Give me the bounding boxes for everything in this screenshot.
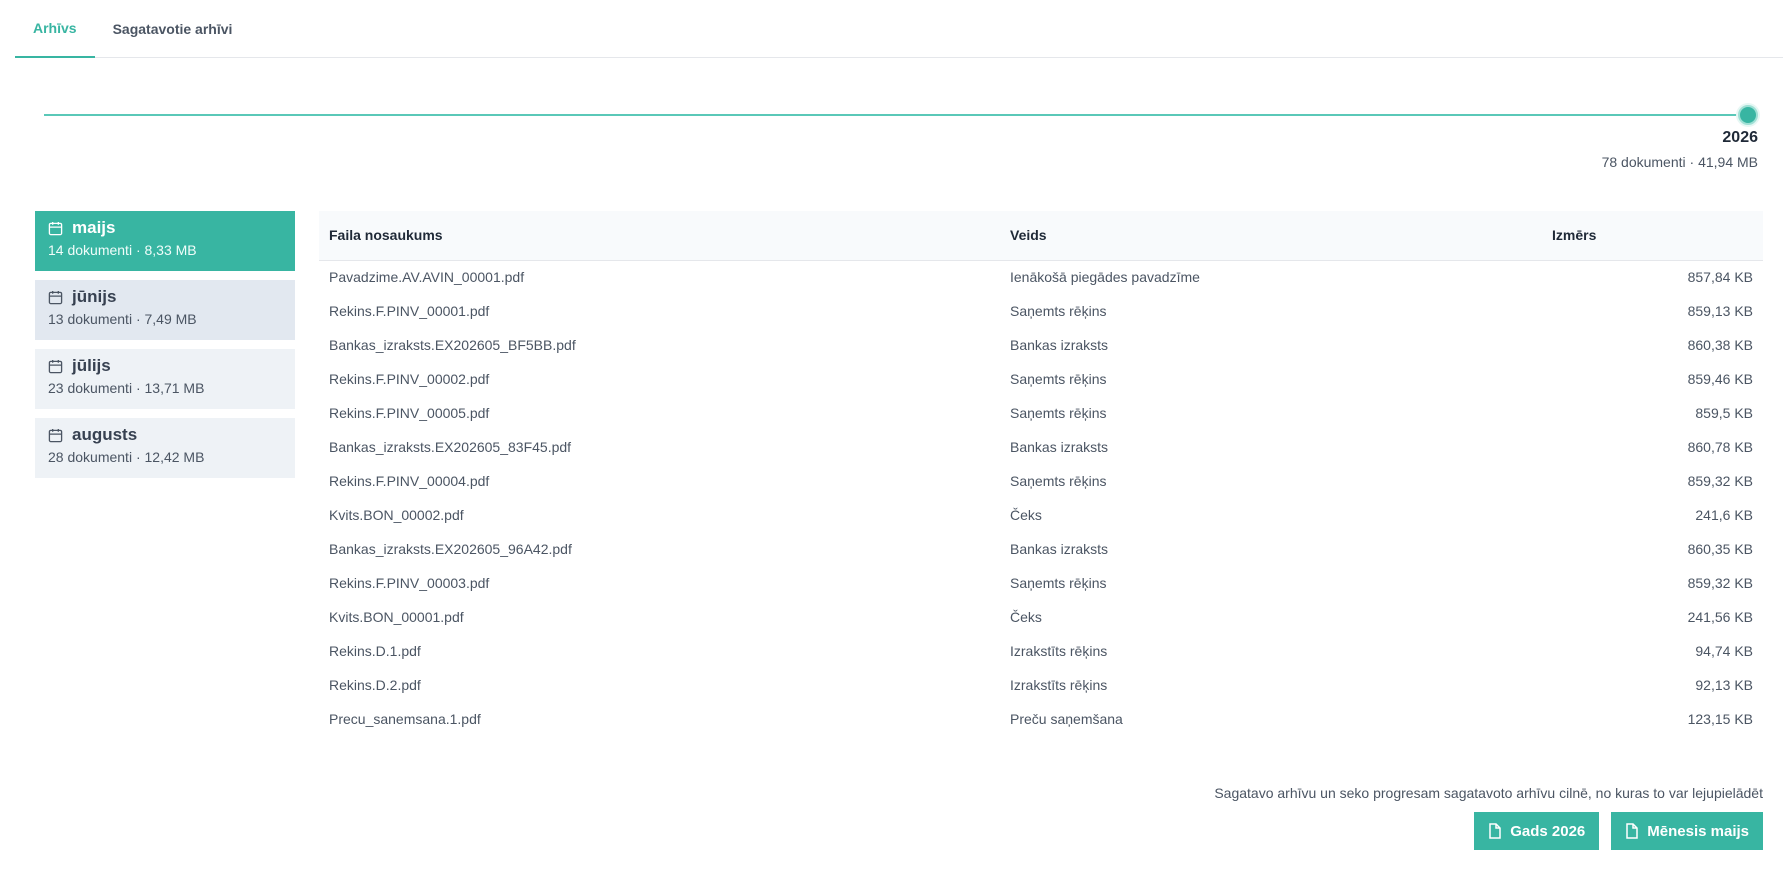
file-name-cell: Bankas_izraksts.EX202605_BF5BB.pdf bbox=[329, 337, 576, 353]
table-row[interactable]: Rekins.F.PINV_00001.pdf Saņemts rēķins 859… bbox=[319, 294, 1763, 328]
month-item-meta: 23 dokumenti · 13,71 MB bbox=[48, 380, 205, 396]
table-row[interactable]: Bankas_izraksts.EX202605_83F45.pdf Bankas… bbox=[319, 430, 1763, 464]
file-size-cell: 860,35 KB bbox=[1687, 541, 1753, 557]
file-type-cell: Čeks bbox=[1010, 609, 1042, 625]
file-size-cell: 241,6 KB bbox=[1695, 507, 1753, 523]
table-row[interactable]: Bankas_izraksts.EX202605_96A42.pdf Bankas… bbox=[319, 532, 1763, 566]
month-item-name: augusts bbox=[72, 425, 138, 444]
file-type-cell: Bankas izraksts bbox=[1010, 541, 1109, 557]
file-type-cell: Saņemts rēķins bbox=[1010, 371, 1107, 387]
calendar-icon bbox=[48, 290, 63, 304]
table-row[interactable]: Rekins.F.PINV_00002.pdf Saņemts rēķins 859… bbox=[319, 362, 1763, 396]
table-row[interactable]: Rekins.D.2.pdf Izrakstīts rēķins 92,13 KB bbox=[319, 668, 1763, 702]
month-item-head: maijs bbox=[48, 218, 282, 238]
month-item-head: jūnijs bbox=[48, 287, 282, 307]
month-item[interactable]: jūnijs 13 dokumenti · 7,49 MB bbox=[35, 280, 295, 340]
month-item-meta: 14 dokumenti · 8,33 MB bbox=[48, 242, 197, 258]
year-summary: 78 dokumenti · 41,94 MB bbox=[1601, 154, 1758, 170]
month-item-name: jūlijs bbox=[72, 356, 111, 375]
file-type-cell: Bankas izraksts bbox=[1010, 337, 1109, 353]
file-name-cell: Precu_sanemsana.1.pdf bbox=[329, 711, 481, 727]
file-name-cell: Bankas_izraksts.EX202605_83F45.pdf bbox=[329, 439, 572, 455]
file-type-cell: Izrakstīts rēķins bbox=[1010, 677, 1108, 693]
calendar-icon bbox=[48, 359, 63, 373]
tab-bar: Arhīvs Sagatavotie arhīvi bbox=[15, 0, 1783, 58]
file-type-cell: Bankas izraksts bbox=[1010, 439, 1109, 455]
archive-year-button-label: Gads 2026 bbox=[1510, 822, 1586, 840]
file-name-cell: Kvits.BON_00001.pdf bbox=[329, 609, 464, 625]
year-slider-handle[interactable] bbox=[1738, 105, 1758, 125]
document-icon bbox=[1489, 823, 1501, 839]
table-row[interactable]: Pavadzime.AV.AVIN_00001.pdf Ienākošā pieg… bbox=[319, 260, 1763, 294]
calendar-icon bbox=[48, 428, 63, 442]
tab-prepared-archives[interactable]: Sagatavotie arhīvi bbox=[95, 0, 251, 58]
file-name-cell: Rekins.D.1.pdf bbox=[329, 643, 421, 659]
year-slider-track[interactable] bbox=[44, 114, 1749, 116]
file-name-cell: Rekins.F.PINV_00001.pdf bbox=[329, 303, 490, 319]
file-size-cell: 241,56 KB bbox=[1687, 609, 1753, 625]
file-type-cell: Saņemts rēķins bbox=[1010, 303, 1107, 319]
file-size-cell: 860,78 KB bbox=[1687, 439, 1753, 455]
archive-month-button-label: Mēnesis maijs bbox=[1647, 822, 1749, 840]
file-size-cell: 859,13 KB bbox=[1687, 303, 1753, 319]
file-type-cell: Saņemts rēķins bbox=[1010, 405, 1107, 421]
file-name-cell: Kvits.BON_00002.pdf bbox=[329, 507, 464, 523]
file-size-cell: 94,74 KB bbox=[1695, 643, 1753, 659]
file-name-cell: Rekins.D.2.pdf bbox=[329, 677, 421, 693]
table-row[interactable]: Rekins.F.PINV_00005.pdf Saņemts rēķins 859… bbox=[319, 396, 1763, 430]
month-item-meta: 28 dokumenti · 12,42 MB bbox=[48, 449, 205, 465]
column-header-name[interactable]: Faila nosaukums bbox=[319, 211, 1000, 260]
file-name-cell: Rekins.F.PINV_00004.pdf bbox=[329, 473, 490, 489]
table-row[interactable]: Bankas_izraksts.EX202605_BF5BB.pdf Bankas… bbox=[319, 328, 1763, 362]
month-item[interactable]: jūlijs 23 dokumenti · 13,71 MB bbox=[35, 349, 295, 409]
archive-buttons: Gads 2026 Mēnesis maijs bbox=[1474, 812, 1763, 850]
file-name-cell: Rekins.F.PINV_00002.pdf bbox=[329, 371, 490, 387]
file-size-cell: 860,38 KB bbox=[1687, 337, 1753, 353]
column-header-size[interactable]: Izmērs bbox=[1542, 211, 1763, 260]
tab-archive[interactable]: Arhīvs bbox=[15, 0, 95, 58]
month-item-head: augusts bbox=[48, 425, 282, 445]
file-size-cell: 857,84 KB bbox=[1687, 269, 1753, 286]
file-name-cell: Pavadzime.AV.AVIN_00001.pdf bbox=[329, 269, 525, 286]
file-table: Faila nosaukums Veids Izmērs Pavadzime.A… bbox=[319, 211, 1763, 736]
table-row[interactable]: Kvits.BON_00002.pdf Čeks 241,6 KB bbox=[319, 498, 1763, 532]
table-row[interactable]: Rekins.F.PINV_00003.pdf Saņemts rēķins 859… bbox=[319, 566, 1763, 600]
file-type-cell: Saņemts rēķins bbox=[1010, 575, 1107, 591]
file-type-cell: Ienākošā piegādes pavadzīme bbox=[1010, 269, 1200, 286]
month-item-head: jūlijs bbox=[48, 356, 282, 376]
file-name-cell: Rekins.F.PINV_00003.pdf bbox=[329, 575, 490, 591]
file-size-cell: 123,15 KB bbox=[1687, 711, 1753, 727]
archive-hint: Sagatavo arhīvu un seko progresam sagata… bbox=[1214, 785, 1763, 801]
table-header-row: Faila nosaukums Veids Izmērs bbox=[319, 211, 1763, 260]
file-type-cell: Preču saņemšana bbox=[1010, 711, 1123, 727]
table-row[interactable]: Precu_sanemsana.1.pdf Preču saņemšana 123,… bbox=[319, 702, 1763, 736]
month-item[interactable]: maijs 14 dokumenti · 8,33 MB bbox=[35, 211, 295, 271]
file-type-cell: Izrakstīts rēķins bbox=[1010, 643, 1108, 659]
file-name-cell: Bankas_izraksts.EX202605_96A42.pdf bbox=[329, 541, 572, 557]
file-name-cell: Rekins.F.PINV_00005.pdf bbox=[329, 405, 490, 421]
file-size-cell: 859,32 KB bbox=[1687, 473, 1753, 489]
document-icon bbox=[1626, 823, 1639, 839]
file-type-cell: Čeks bbox=[1010, 507, 1042, 523]
table-row[interactable]: Rekins.D.1.pdf Izrakstīts rēķins 94,74 KB bbox=[319, 634, 1763, 668]
file-size-cell: 859,5 KB bbox=[1695, 405, 1753, 421]
month-item[interactable]: augusts 28 dokumenti · 12,42 MB bbox=[35, 418, 295, 478]
file-type-cell: Saņemts rēķins bbox=[1010, 473, 1107, 489]
month-item-name: maijs bbox=[72, 218, 116, 237]
table-row[interactable]: Rekins.F.PINV_00004.pdf Saņemts rēķins 859… bbox=[319, 464, 1763, 498]
month-list: maijs 14 dokumenti · 8,33 MB jūnijs 13 doku… bbox=[35, 211, 295, 487]
file-size-cell: 859,46 KB bbox=[1687, 371, 1753, 387]
calendar-icon bbox=[48, 221, 63, 235]
month-item-name: jūnijs bbox=[72, 287, 117, 306]
selected-year: 2026 bbox=[1722, 129, 1758, 146]
file-size-cell: 859,32 KB bbox=[1687, 575, 1753, 591]
table-row[interactable]: Kvits.BON_00001.pdf Čeks 241,56 KB bbox=[319, 600, 1763, 634]
archive-month-button[interactable]: Mēnesis maijs bbox=[1611, 812, 1763, 850]
file-size-cell: 92,13 KB bbox=[1695, 677, 1753, 693]
archive-year-button[interactable]: Gads 2026 bbox=[1474, 812, 1600, 850]
month-item-meta: 13 dokumenti · 7,49 MB bbox=[48, 311, 197, 327]
column-header-type[interactable]: Veids bbox=[1000, 211, 1542, 260]
